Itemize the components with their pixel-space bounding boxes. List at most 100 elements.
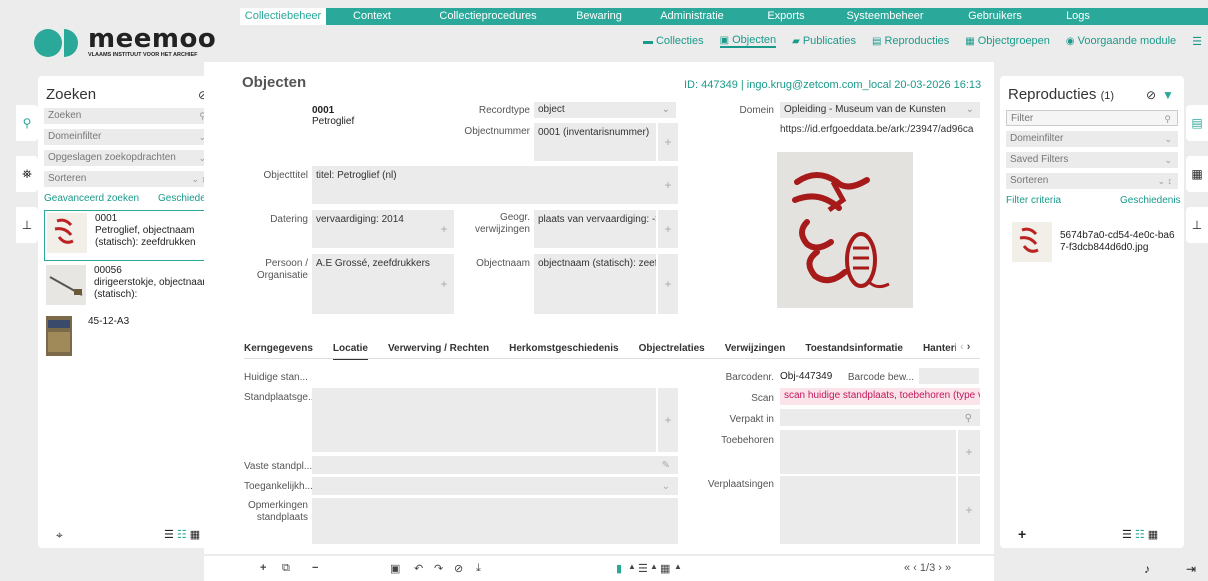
hierarchy-icon[interactable]: ⊥ xyxy=(1186,207,1208,243)
search-toggle-icon[interactable]: ⚲ xyxy=(16,105,38,141)
view-switch[interactable]: ☰☷▦ xyxy=(1122,528,1161,541)
list-icon[interactable]: ☰ xyxy=(638,562,648,575)
scan-field[interactable]: scan huidige standplaats, toebehoren (ty… xyxy=(780,388,980,405)
toebehoren-field[interactable] xyxy=(780,430,956,474)
search-input[interactable]: Zoeken ⚲ xyxy=(44,108,212,124)
bell-icon[interactable]: ♪ xyxy=(1144,562,1150,576)
film-toggle-icon[interactable]: ▤ xyxy=(1186,105,1208,141)
sort-select[interactable]: Sorteren ⌄ ↕ xyxy=(1006,173,1178,189)
tab-scroll[interactable]: ‹ › xyxy=(956,341,971,353)
reproductie-item[interactable]: 5674b7a0-cd54-4e0c-ba67-f3dcb844d6d0.jpg xyxy=(1010,220,1178,264)
nav-context[interactable]: Context xyxy=(326,8,418,25)
toegankelijkheid-select[interactable]: ⌄ xyxy=(312,477,678,495)
vaste-standplaats-field[interactable]: ✎ xyxy=(312,456,678,474)
add-datering-button[interactable]: + xyxy=(434,210,454,248)
history-link[interactable]: Geschiedenis xyxy=(1120,195,1181,206)
list-view-icon[interactable]: ☰ xyxy=(164,529,177,541)
caret-up-icon[interactable]: ▲ xyxy=(628,562,636,571)
result-item[interactable]: 0001 Petroglief, objectnaam (statisch): … xyxy=(44,210,214,261)
nav-bewaring[interactable]: Bewaring xyxy=(558,8,640,25)
subnav-objecten[interactable]: ▣ Objecten xyxy=(719,34,777,48)
subnav-voorgaande-module[interactable]: ◉ Voorgaande module xyxy=(1066,35,1176,47)
filter-icon[interactable]: ▼ xyxy=(1162,88,1174,102)
cancel-icon[interactable]: ⊘ xyxy=(454,562,463,575)
add-objecttitel-button[interactable]: + xyxy=(658,166,678,204)
redo-icon[interactable]: ↷ xyxy=(434,562,443,575)
domain-select[interactable]: Opleiding - Museum van de Kunsten ⌄ xyxy=(780,102,980,118)
grid-icon[interactable]: ▦ xyxy=(660,562,670,575)
saved-filters-select[interactable]: Saved Filters ⌄ xyxy=(1006,152,1178,168)
clear-icon[interactable]: ⊘ xyxy=(1146,88,1156,102)
object-image[interactable] xyxy=(777,152,913,308)
subnav-collecties[interactable]: ▬ Collecties xyxy=(643,35,704,47)
result-item[interactable]: 00056 dirigeerstokje, objectnaam (statis… xyxy=(44,263,214,309)
add-toebehoren-button[interactable]: + xyxy=(958,430,980,474)
add-objectnaam-button[interactable]: + xyxy=(658,254,678,314)
ark-url[interactable]: https://id.erfgoeddata.be/ark:/23947/ad9… xyxy=(780,124,980,135)
objecttitel-field[interactable]: titel: Petroglief (nl) xyxy=(312,166,658,204)
undo-icon[interactable]: ↶ xyxy=(414,562,423,575)
pencil-icon[interactable]: ✎ xyxy=(662,460,670,471)
objectnaam-field[interactable]: objectnaam (statisch): zeefd xyxy=(534,254,656,314)
subnav-publicaties[interactable]: ▰ Publicaties xyxy=(792,35,856,47)
nav-gebruikers[interactable]: Gebruikers xyxy=(942,8,1048,25)
nav-collectiebeheer[interactable]: Collectiebeheer xyxy=(240,8,326,25)
add-standplaats-button[interactable]: + xyxy=(658,388,678,452)
domain-filter-select[interactable]: Domeinfilter ⌄ xyxy=(44,129,212,145)
subnav-label: Publicaties xyxy=(802,35,857,47)
nav-exports[interactable]: Exports xyxy=(744,8,828,25)
view-switch[interactable]: ☰☷▦ xyxy=(164,528,203,541)
caret-up-icon[interactable]: ▲ xyxy=(650,562,658,571)
caret-up-icon[interactable]: ▲ xyxy=(674,562,682,571)
recordtype-select[interactable]: object ⌄ xyxy=(534,102,676,118)
logout-icon[interactable]: ⇥ xyxy=(1186,562,1196,576)
verplaatsingen-field[interactable] xyxy=(780,476,956,544)
chevron-down-icon: ⌄ xyxy=(661,481,670,492)
nav-collectieprocedures[interactable]: Collectieprocedures xyxy=(418,8,558,25)
hierarchy-icon[interactable]: ⊥ xyxy=(16,207,38,243)
verpakt-in-field[interactable]: ⚲ xyxy=(780,409,980,426)
sort-select[interactable]: Sorteren ⌄ ↕ xyxy=(44,171,212,187)
advanced-search-link[interactable]: Geavanceerd zoeken xyxy=(44,193,139,204)
standplaatsgeschiedenis-field[interactable] xyxy=(312,388,656,452)
add-objectnummer-button[interactable]: + xyxy=(658,123,678,161)
datering-field[interactable]: vervaardiging: 2014 xyxy=(312,210,434,248)
document-icon[interactable]: ▮ xyxy=(616,562,622,575)
locate-icon[interactable]: ⌖ xyxy=(56,528,63,543)
barcode-bew-field[interactable] xyxy=(919,368,979,384)
nav-administratie[interactable]: Administratie xyxy=(640,8,744,25)
remove-icon[interactable]: − xyxy=(312,562,318,574)
chevron-left-icon[interactable]: ‹ xyxy=(960,341,964,353)
domain-filter-select[interactable]: Domeinfilter ⌄ xyxy=(1006,131,1178,147)
result-item[interactable]: 45-12-A3 xyxy=(44,314,214,360)
opmerkingen-field[interactable] xyxy=(312,498,678,544)
add-verplaatsing-button[interactable]: + xyxy=(958,476,980,544)
grid-view-icon[interactable]: ▦ xyxy=(1148,529,1161,541)
saved-searches-select[interactable]: Opgeslagen zoekopdrachten ⌄ xyxy=(44,150,212,166)
detail-view-icon[interactable]: ☷ xyxy=(1135,529,1148,541)
geogr-field[interactable]: plaats van vervaardiging: -> xyxy=(534,210,656,248)
add-persoon-button[interactable]: + xyxy=(434,254,454,314)
subnav-reproducties[interactable]: ▤ Reproducties xyxy=(872,35,949,47)
chevron-right-icon[interactable]: › xyxy=(967,341,971,353)
nav-systeembeheer[interactable]: Systeembeheer xyxy=(828,8,942,25)
list-view-icon[interactable]: ☰ xyxy=(1122,529,1135,541)
copy-icon[interactable]: ⧉ xyxy=(282,562,290,575)
save-icon[interactable]: ▣ xyxy=(390,562,400,575)
add-icon[interactable]: + xyxy=(1018,526,1026,542)
download-icon[interactable]: ⤓ xyxy=(476,562,481,575)
objectnummer-field[interactable]: 0001 (inventarisnummer) xyxy=(534,123,656,161)
pager[interactable]: « ‹ 1/3 › » xyxy=(904,562,951,574)
nav-logs[interactable]: Logs xyxy=(1048,8,1108,25)
add-geogr-button[interactable]: + xyxy=(658,210,678,248)
subnav-objectgroepen[interactable]: ▦ Objectgroepen xyxy=(965,35,1050,47)
add-icon[interactable]: + xyxy=(260,562,266,574)
calendar-icon[interactable]: ▦ xyxy=(1186,156,1208,192)
filter-input[interactable]: Filter ⚲ xyxy=(1006,110,1178,126)
menu-icon[interactable]: ☰ xyxy=(1192,35,1202,48)
persoon-field[interactable]: A.E Grossé, zeefdrukkers xyxy=(312,254,434,314)
detail-view-icon[interactable]: ☷ xyxy=(177,529,190,541)
binoculars-icon[interactable]: ⛯ xyxy=(16,156,38,192)
grid-view-icon[interactable]: ▦ xyxy=(190,529,203,541)
filter-criteria-link[interactable]: Filter criteria xyxy=(1006,195,1061,206)
